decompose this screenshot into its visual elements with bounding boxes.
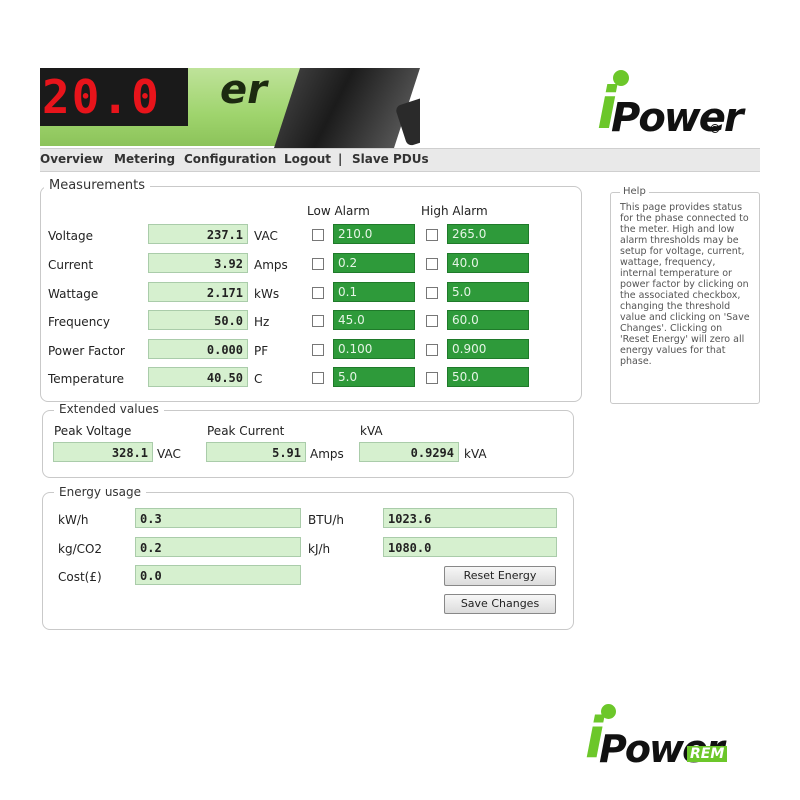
kwh-value: 0.3 [135,508,301,528]
btu-label: BTU/h [308,513,344,527]
nav-bar: Overview Metering Configuration Logout |… [40,148,760,172]
voltage-high-input[interactable]: 265.0 [447,224,529,244]
device-display: 20.0 [42,70,161,124]
current-low-input[interactable]: 0.2 [333,253,415,273]
temperature-unit: C [254,372,263,386]
power-factor-low-checkbox[interactable] [312,344,324,356]
frequency-high-checkbox[interactable] [426,315,438,327]
power-factor-high-checkbox[interactable] [426,344,438,356]
voltage-value: 237.1 [148,224,248,244]
voltage-label: Voltage [48,229,94,243]
peak-voltage-unit: VAC [157,447,181,461]
device-brand-fragment: er [220,68,267,113]
cost-label: Cost(£) [58,570,102,584]
wattage-low-checkbox[interactable] [312,287,324,299]
temperature-low-checkbox[interactable] [312,372,324,384]
ipower-rem-logo: i Power REM [585,700,735,772]
extended-legend: Extended values [54,402,164,416]
measurements-legend: Measurements [44,178,151,193]
co2-value: 0.2 [135,537,301,557]
temperature-value: 40.50 [148,367,248,387]
kva-value: 0.9294 [359,442,459,462]
help-text: This page provides status for the phase … [620,202,750,367]
frequency-unit: Hz [254,315,270,329]
peak-current-unit: Amps [310,447,344,461]
help-legend: Help [620,186,649,197]
kva-unit: kVA [464,447,487,461]
peak-current-label: Peak Current [207,424,285,438]
temperature-high-checkbox[interactable] [426,372,438,384]
kj-label: kJ/h [308,542,331,556]
power-factor-low-input[interactable]: 0.100 [333,339,415,359]
save-changes-button[interactable]: Save Changes [444,594,556,614]
energy-legend: Energy usage [54,485,147,499]
frequency-label: Frequency [48,315,110,329]
kwh-label: kW/h [58,513,89,527]
power-factor-high-input[interactable]: 0.900 [447,339,529,359]
nav-overview[interactable]: Overview [40,152,103,166]
cost-value: 0.0 [135,565,301,585]
frequency-low-checkbox[interactable] [312,315,324,327]
wattage-value: 2.171 [148,282,248,302]
btu-value: 1023.6 [383,508,557,528]
nav-logout[interactable]: Logout [284,152,331,166]
nav-separator: | [338,152,343,166]
peak-voltage-value: 328.1 [53,442,153,462]
peak-current-value: 5.91 [206,442,306,462]
frequency-low-input[interactable]: 45.0 [333,310,415,330]
nav-metering[interactable]: Metering [114,152,175,166]
peak-voltage-label: Peak Voltage [54,424,132,438]
voltage-unit: VAC [254,229,278,243]
current-value: 3.92 [148,253,248,273]
current-label: Current [48,258,94,272]
temperature-label: Temperature [48,372,125,386]
wattage-high-input[interactable]: 5.0 [447,282,529,302]
wattage-label: Wattage [48,287,99,301]
device-photo: 20.0 er [40,68,420,150]
frequency-value: 50.0 [148,310,248,330]
current-low-checkbox[interactable] [312,258,324,270]
low-alarm-header: Low Alarm [307,204,370,218]
temperature-low-input[interactable]: 5.0 [333,367,415,387]
nav-slave-pdus[interactable]: Slave PDUs [352,152,429,166]
power-factor-value: 0.000 [148,339,248,359]
kj-value: 1080.0 [383,537,557,557]
ipower-logo-top: i Power ® [595,66,744,146]
current-unit: Amps [254,258,288,272]
kva-label: kVA [360,424,383,438]
wattage-high-checkbox[interactable] [426,287,438,299]
power-factor-label: Power Factor [48,344,125,358]
temperature-high-input[interactable]: 50.0 [447,367,529,387]
wattage-unit: kWs [254,287,280,301]
co2-label: kg/CO2 [58,542,103,556]
voltage-low-checkbox[interactable] [312,229,324,241]
power-factor-unit: PF [254,344,269,358]
voltage-low-input[interactable]: 210.0 [333,224,415,244]
current-high-checkbox[interactable] [426,258,438,270]
frequency-high-input[interactable]: 60.0 [447,310,529,330]
reset-energy-button[interactable]: Reset Energy [444,566,556,586]
wattage-low-input[interactable]: 0.1 [333,282,415,302]
current-high-input[interactable]: 40.0 [447,253,529,273]
nav-configuration[interactable]: Configuration [184,152,276,166]
voltage-high-checkbox[interactable] [426,229,438,241]
high-alarm-header: High Alarm [421,204,488,218]
